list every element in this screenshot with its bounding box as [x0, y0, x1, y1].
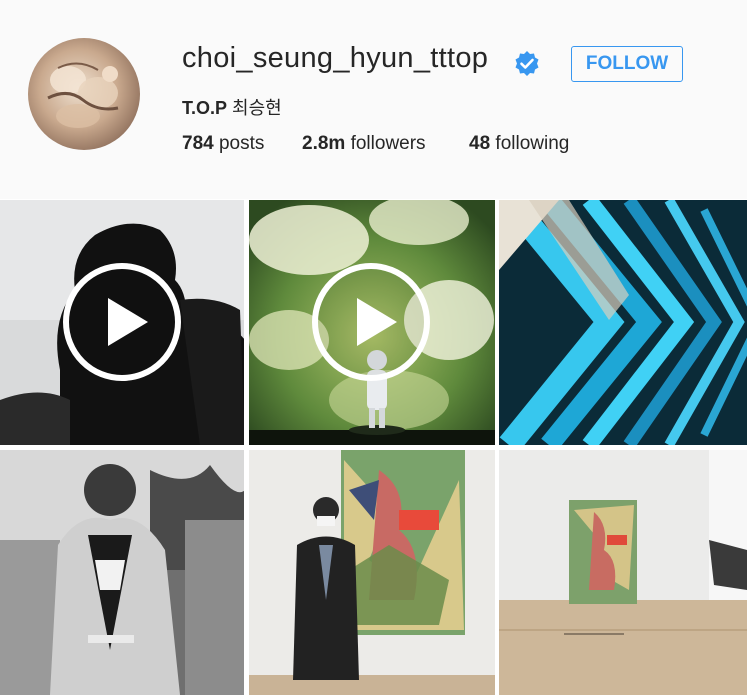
following-count[interactable]: 48 following [469, 133, 569, 155]
play-icon [63, 263, 181, 381]
followers-count-value: 2.8m [302, 133, 346, 154]
post-tile-photo-bw-portrait[interactable] [0, 450, 244, 695]
follow-button[interactable]: FOLLOW [571, 46, 683, 82]
play-icon [312, 263, 430, 381]
posts-count-label: posts [213, 133, 265, 154]
username: choi_seung_hyun_tttop [182, 42, 489, 74]
post-tile-photo-blue-sculpture[interactable] [499, 200, 747, 445]
post-tile-video-astronaut[interactable] [249, 200, 495, 445]
profile-avatar[interactable] [28, 38, 140, 150]
verified-badge-icon [515, 51, 539, 76]
post-tile-video-silhouette[interactable] [0, 200, 244, 445]
full-name: T.O.P 최승현 [182, 94, 282, 120]
following-count-value: 48 [469, 133, 491, 154]
followers-count[interactable]: 2.8m followers [302, 133, 426, 155]
posts-count-value: 784 [182, 133, 214, 154]
post-tile-photo-painting-visit[interactable] [249, 450, 495, 695]
profile-header: choi_seung_hyun_tttop FOLLOW T.O.P 최승현 7… [0, 0, 747, 199]
following-count-label: following [490, 133, 570, 154]
post-tile-photo-gallery[interactable] [499, 450, 747, 695]
followers-count-label: followers [345, 133, 426, 154]
full-name-latin: T.O.P [182, 98, 228, 118]
posts-count[interactable]: 784 posts [182, 133, 264, 155]
full-name-korean: 최승현 [227, 98, 282, 118]
